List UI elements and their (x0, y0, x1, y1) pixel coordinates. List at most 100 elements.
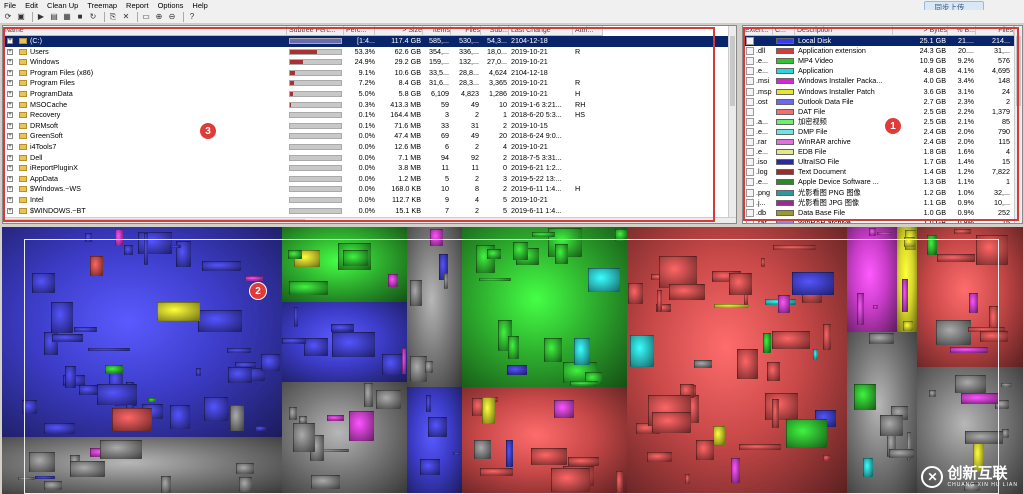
column-header[interactable]: Name (3, 26, 287, 36)
treemap-file-block[interactable] (430, 229, 444, 246)
extension-vertical-scrollbar[interactable] (1014, 26, 1022, 223)
treemap-file-block[interactable] (823, 324, 832, 351)
treemap-file-block[interactable] (50, 301, 73, 334)
extension-row[interactable]: .png 光影看图 PNG 图像 1.2 GB 1.0% 32,... (743, 188, 1022, 198)
treemap-file-block[interactable] (823, 454, 831, 461)
treemap-file-block[interactable] (35, 475, 55, 480)
treemap-file-block[interactable] (969, 292, 979, 313)
treemap-file-block[interactable] (615, 470, 624, 493)
scrollbar-thumb[interactable] (730, 36, 735, 106)
extension-row[interactable]: .e... Application 4.8 GB 4.1% 4,695 (743, 66, 1022, 76)
treemap-file-block[interactable] (363, 383, 374, 407)
expand-icon[interactable]: + (7, 154, 13, 161)
extension-row[interactable]: .rar WinRAR archive 2.4 GB 2.0% 115 (743, 137, 1022, 147)
treemap-file-block[interactable] (376, 390, 402, 410)
treemap-file-block[interactable] (425, 395, 432, 412)
treemap-file-block[interactable] (1002, 429, 1009, 439)
treemap-file-block[interactable] (862, 458, 873, 477)
treemap-file-block[interactable] (765, 393, 798, 420)
treemap-file-block[interactable] (928, 389, 937, 398)
treemap-file-block[interactable] (627, 282, 643, 304)
extension-row[interactable]: DAT File 2.5 GB 2.2% 1,379 (743, 107, 1022, 117)
treemap-file-block[interactable] (420, 459, 441, 475)
column-header[interactable]: Perc... (344, 26, 375, 36)
treemap-file-block[interactable] (868, 228, 877, 236)
treemap-file-block[interactable] (553, 400, 574, 419)
treemap-file-block[interactable] (588, 268, 621, 293)
reload-icon[interactable]: ↻ (88, 12, 98, 22)
treemap-file-block[interactable] (203, 397, 228, 422)
treemap-file-block[interactable] (303, 338, 329, 357)
treemap-file-block[interactable] (773, 244, 817, 251)
column-header[interactable]: Items (423, 26, 451, 36)
treemap-file-block[interactable] (903, 320, 913, 332)
treemap-file-block[interactable] (69, 460, 106, 478)
extension-list-pane[interactable]: Exten... C... Description > Bytes% B... File… (742, 25, 1023, 224)
treemap-file-block[interactable] (482, 396, 495, 424)
treemap-file-block[interactable] (409, 280, 423, 307)
treemap-file-block[interactable] (292, 423, 316, 453)
treemap-file-block[interactable] (388, 274, 399, 287)
treemap-file-block[interactable] (44, 422, 76, 435)
extension-row[interactable]: .e... DMP File 2.4 GB 2.0% 790 (743, 127, 1022, 137)
treemap-file-block[interactable] (791, 272, 835, 296)
treemap-file-block[interactable] (512, 241, 528, 260)
expand-icon[interactable]: + (7, 186, 13, 193)
treemap-file-block[interactable] (880, 415, 904, 436)
treemap-file-block[interactable] (104, 364, 124, 374)
expand-icon[interactable]: + (7, 175, 13, 182)
scrollbar-thumb[interactable] (5, 219, 305, 222)
treemap-file-block[interactable] (902, 279, 908, 312)
extension-row[interactable]: Local Disk 25.1 GB 21.... 214... (743, 36, 1022, 47)
treemap-file-block[interactable] (766, 361, 781, 381)
expand-icon[interactable]: + (7, 122, 13, 129)
treemap-file-block[interactable] (229, 405, 245, 432)
tree-row[interactable]: + GreenSoft 0.0% 47.4 MB 69 49 20 2018-6-24 9:0… (3, 131, 736, 142)
treemap-file-block[interactable] (685, 474, 691, 484)
treemap-file-block[interactable] (479, 468, 513, 476)
tree-row[interactable]: + AppData 0.0% 1.2 MB 5 2 3 2019-5-22 13:... (3, 174, 736, 185)
column-header[interactable]: > Bytes (893, 26, 948, 36)
extension-row[interactable]: .iso UltraISO File 1.7 GB 1.4% 15 (743, 157, 1022, 167)
treemap-file-block[interactable] (694, 359, 712, 369)
treemap-file-block[interactable] (236, 463, 255, 475)
treemap-file-block[interactable] (202, 260, 242, 271)
tree-vertical-scrollbar[interactable] (728, 26, 736, 223)
treemap-file-block[interactable] (238, 476, 252, 492)
treemap-file-block[interactable] (169, 405, 191, 429)
tree-row[interactable]: + MSOCache 0.3% 413.3 MB 59 49 10 2019-1-6 3:21… (3, 100, 736, 111)
treemap-file-block[interactable] (570, 381, 598, 386)
treemap-block[interactable] (407, 387, 462, 494)
extension-row[interactable]: .log Text Document 1.4 GB 1.2% 7,822 (743, 167, 1022, 177)
treemap-file-block[interactable] (170, 244, 181, 248)
column-header[interactable]: Files (451, 26, 481, 36)
column-header[interactable]: Files (976, 26, 1014, 36)
treemap-file-block[interactable] (156, 301, 200, 322)
treemap-file-block[interactable] (646, 451, 672, 462)
treemap-file-block[interactable] (381, 353, 403, 375)
save-icon[interactable]: ▣ (16, 12, 26, 22)
treemap-file-block[interactable] (853, 384, 876, 411)
treemap-file-block[interactable] (79, 385, 98, 396)
treemap-file-block[interactable] (114, 228, 123, 246)
treemap-file-block[interactable] (954, 228, 972, 235)
treemap-file-block[interactable] (443, 272, 448, 290)
treemap-file-block[interactable] (428, 416, 448, 438)
treemap-file-block[interactable] (254, 426, 266, 431)
treemap-file-block[interactable] (73, 327, 98, 332)
treemap-file-block[interactable] (196, 368, 202, 376)
column-header[interactable]: Description (795, 26, 893, 36)
treemap-file-block[interactable] (949, 346, 988, 353)
treemap-file-block[interactable] (198, 309, 242, 332)
treemap-file-block[interactable] (965, 430, 1003, 444)
extension-row[interactable]: .e... MP4 Video 10.9 GB 9.2% 576 (743, 56, 1022, 66)
tree-row[interactable]: + ProgramData 5.0% 5.8 GB 6,109 4,823 1,286 201… (3, 89, 736, 100)
treemap-file-block[interactable] (927, 234, 937, 256)
tree-row[interactable]: + DRMsoft 0.1% 71.6 MB 33 31 2 2019-10-15 (3, 121, 736, 132)
treemap-file-block[interactable] (289, 281, 328, 296)
treemap-file-block[interactable] (310, 474, 340, 489)
extension-row[interactable]: .j... 光影看图 JPG 图像 1.1 GB 0.9% 10,... (743, 198, 1022, 208)
treemap-file-block[interactable] (568, 457, 599, 466)
treemap-file-block[interactable] (349, 411, 375, 442)
treemap-file-block[interactable] (100, 440, 142, 459)
